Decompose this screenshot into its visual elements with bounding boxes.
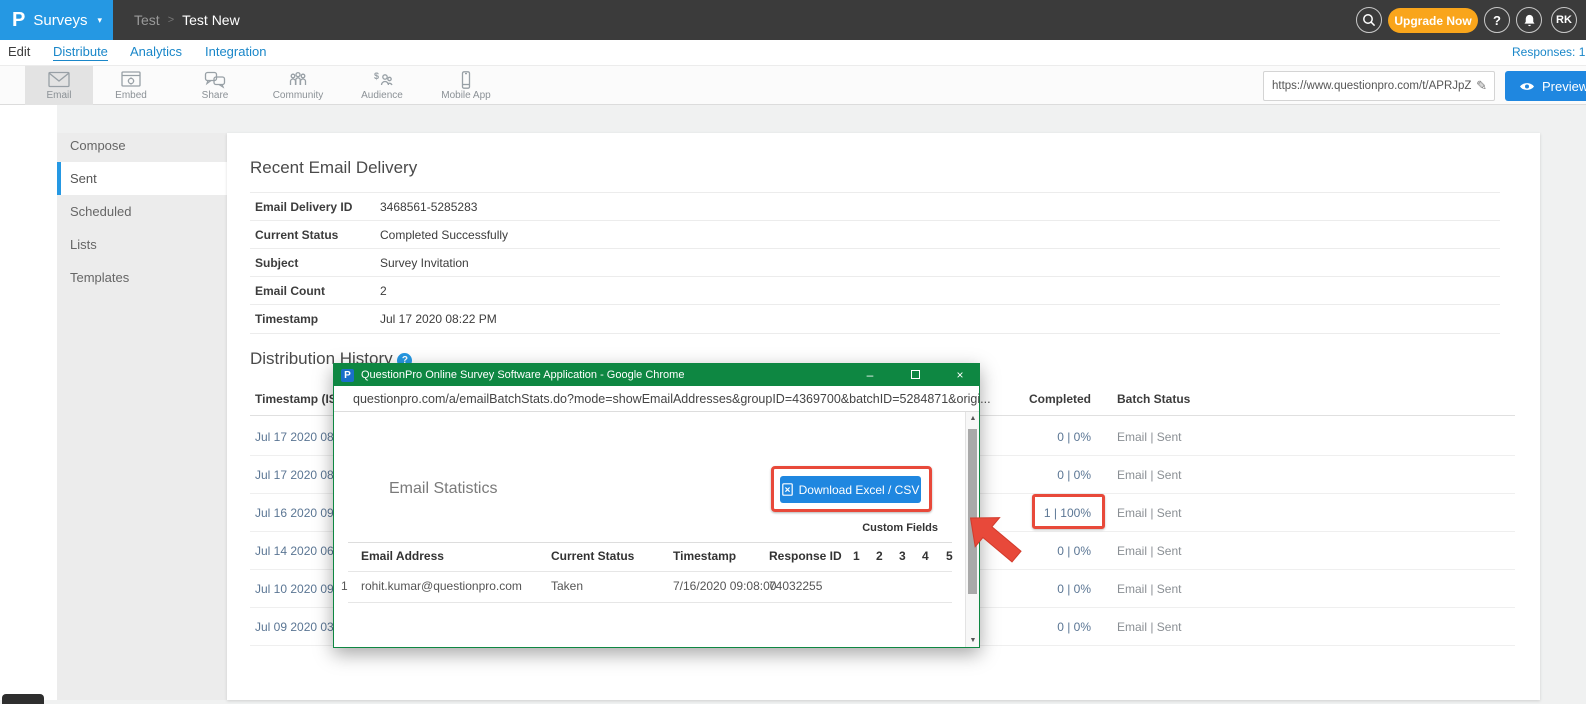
address-url: questionpro.com/a/emailBatchStats.do?mod…	[353, 392, 991, 406]
preview-button[interactable]: Preview	[1505, 71, 1586, 101]
row-status: Taken	[551, 571, 583, 602]
toolbar-item-share[interactable]: Share	[181, 66, 249, 105]
col-current-status: Current Status	[551, 542, 634, 571]
divider	[250, 333, 1500, 334]
toolbar-item-mobile-app[interactable]: Mobile App	[432, 66, 500, 105]
col-custom-5: 5	[946, 542, 953, 571]
maximize-button[interactable]	[896, 364, 934, 386]
window-title-bar[interactable]: P QuestionPro Online Survey Software App…	[334, 364, 979, 386]
bell-icon	[1522, 13, 1537, 28]
breadcrumb-parent[interactable]: Test	[134, 12, 160, 28]
chat-widget-peek[interactable]	[2, 694, 44, 704]
surveys-menu[interactable]: P Surveys ▾	[0, 0, 113, 40]
tab-edit[interactable]: Edit	[8, 44, 30, 59]
notifications-button[interactable]	[1516, 7, 1542, 33]
window-content: Email Statistics Download Excel / CSV Cu…	[334, 412, 979, 647]
minimize-button[interactable]: –	[851, 364, 889, 386]
annotation-box-download	[771, 466, 932, 512]
email-statistics-window: P QuestionPro Online Survey Software App…	[333, 363, 980, 648]
col-timestamp: Timestamp	[673, 542, 736, 571]
detail-row: Email Delivery ID 3468561-5285283	[250, 192, 1500, 220]
row-response-id: 74032255	[769, 571, 822, 602]
toolbar-item-audience[interactable]: $ Audience	[348, 66, 416, 105]
search-icon	[1361, 12, 1377, 28]
sidebar-item-compose[interactable]: Compose	[57, 129, 227, 162]
detail-row: Current Status Completed Successfully	[250, 220, 1500, 248]
col-custom-1: 1	[853, 542, 860, 571]
questionpro-favicon: P	[341, 369, 354, 382]
share-icon	[203, 71, 227, 89]
custom-fields-label: Custom Fields	[838, 522, 938, 534]
sidebar-item-sent[interactable]: Sent	[57, 162, 227, 195]
avatar[interactable]: RK	[1551, 7, 1577, 33]
divider	[348, 602, 952, 603]
mobile-app-icon	[454, 71, 478, 89]
col-email-address: Email Address	[361, 542, 444, 571]
breadcrumb-current: Test New	[182, 12, 240, 28]
row-timestamp: 7/16/2020 09:08:00	[673, 571, 776, 602]
detail-row: Timestamp Jul 17 2020 08:22 PM	[250, 304, 1500, 332]
sidebar-item-scheduled[interactable]: Scheduled	[57, 195, 227, 228]
edit-url-icon[interactable]: ✎	[1476, 78, 1494, 94]
upgrade-now-button[interactable]: Upgrade Now	[1388, 8, 1478, 33]
survey-url-input[interactable]	[1264, 80, 1476, 92]
tab-distribute[interactable]: Distribute	[53, 44, 108, 61]
recent-email-delivery-title: Recent Email Delivery	[250, 158, 417, 178]
responses-count[interactable]: Responses: 1	[1512, 45, 1585, 59]
survey-nav: Edit Distribute Analytics Integration Re…	[0, 40, 1586, 65]
eye-icon	[1519, 81, 1535, 92]
toolbar-item-email[interactable]: Email	[25, 66, 93, 105]
tab-integration[interactable]: Integration	[205, 44, 266, 59]
toolbar-item-embed[interactable]: Embed	[97, 66, 165, 105]
svg-text:$: $	[374, 71, 379, 81]
search-button[interactable]	[1356, 7, 1382, 33]
col-custom-2: 2	[876, 542, 883, 571]
col-response-id: Response ID	[769, 542, 842, 571]
window-address-bar[interactable]: questionpro.com/a/emailBatchStats.do?mod…	[334, 386, 979, 412]
questionpro-logo: P	[12, 10, 25, 30]
community-icon	[286, 71, 310, 89]
chevron-down-icon: ▾	[98, 15, 103, 26]
row-email: rohit.kumar@questionpro.com	[361, 571, 522, 602]
sidebar-item-templates[interactable]: Templates	[57, 261, 227, 294]
survey-url-field: ✎	[1263, 71, 1495, 101]
sidebar-item-lists[interactable]: Lists	[57, 228, 227, 261]
top-bar: P Surveys ▾ Test > Test New Upgrade Now …	[0, 0, 1586, 40]
detail-row: Email Count 2	[250, 276, 1500, 304]
annotation-arrow	[962, 505, 1032, 567]
audience-icon: $	[370, 71, 394, 89]
scroll-down-icon[interactable]: ▼	[966, 637, 980, 644]
close-button[interactable]: ×	[941, 364, 979, 386]
window-title: QuestionPro Online Survey Software Appli…	[361, 369, 844, 381]
email-sidebar: Compose Sent Scheduled Lists Templates	[57, 133, 227, 700]
col-custom-4: 4	[922, 542, 929, 571]
tab-analytics[interactable]: Analytics	[130, 44, 182, 59]
scroll-up-icon[interactable]: ▲	[966, 415, 980, 422]
email-icon	[47, 71, 71, 89]
breadcrumb-separator: >	[168, 14, 174, 26]
annotation-box-completed	[1032, 494, 1105, 529]
help-button[interactable]: ?	[1484, 7, 1510, 33]
toolbar-item-community[interactable]: Community	[264, 66, 332, 105]
left-gutter	[0, 105, 57, 700]
maximize-icon	[911, 370, 920, 379]
row-index: 1	[341, 571, 348, 602]
embed-icon	[119, 71, 143, 89]
detail-row: Subject Survey Invitation	[250, 248, 1500, 276]
col-custom-3: 3	[899, 542, 906, 571]
breadcrumb: Test > Test New	[134, 0, 240, 40]
distribute-toolbar: Email Embed Share Community $ Audienc	[0, 65, 1586, 105]
email-statistics-heading: Email Statistics	[389, 480, 497, 498]
